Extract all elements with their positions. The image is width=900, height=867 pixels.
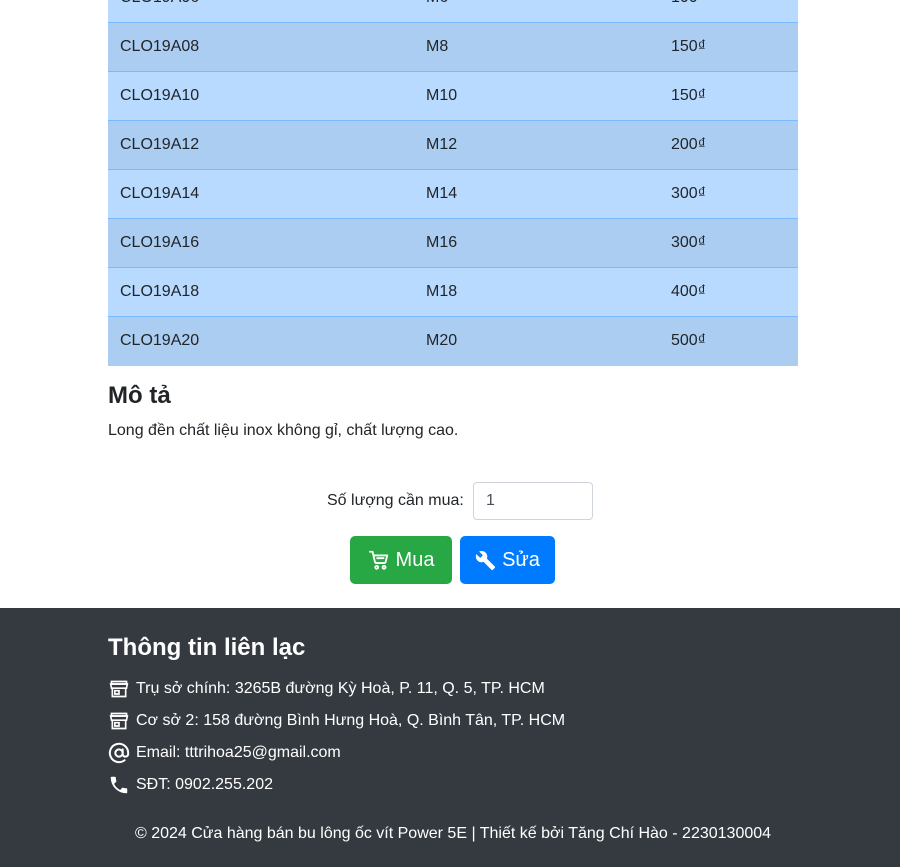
product-size: M18 [414,267,659,317]
description-text: Long đền chất liệu inox không gỉ, chất l… [108,422,459,439]
product-code: CLO19A14 [108,169,414,219]
product-code: CLO19A18 [108,267,414,317]
quantity-row: Số lượng cần mua: [0,482,900,520]
product-size: M16 [414,218,659,268]
product-code: CLO19A06 [108,0,414,23]
contact-text: Email: tttrihoa25@gmail.com [136,744,341,761]
product-price: 500₫ [659,316,798,366]
quantity-label: Số lượng cần mua: [327,492,464,509]
table-row: CLO19A10 M10 150₫ [108,71,798,121]
table-row: CLO19A18 M18 400₫ [108,267,798,317]
product-price: 300₫ [659,218,798,268]
edit-button[interactable]: Sửa [460,536,555,584]
product-size: M12 [414,120,659,170]
table-row: CLO19A08 M8 150₫ [108,22,798,72]
description-title: Mô tả [108,382,171,409]
contact-text: Cơ sở 2: 158 đường Bình Hưng Hoà, Q. Bìn… [136,712,566,729]
product-price: 150₫ [659,71,798,121]
contact-branch: Cơ sở 2: 158 đường Bình Hưng Hoà, Q. Bìn… [108,709,565,733]
buy-button[interactable]: Mua [350,536,452,584]
table-row: CLO19A06 M6 100₫ [108,0,798,23]
footer: Thông tin liên lạc Trụ sở chính: 3265B đ… [0,608,900,867]
table-row: CLO19A12 M12 200₫ [108,120,798,170]
product-price: 400₫ [659,267,798,317]
product-code: CLO19A08 [108,22,414,72]
product-code: CLO19A20 [108,316,414,366]
table-row: CLO19A16 M16 300₫ [108,218,798,268]
product-code: CLO19A12 [108,120,414,170]
product-size: M8 [414,22,659,72]
contact-phone: SĐT: 0902.255.202 [108,773,273,797]
product-size: M14 [414,169,659,219]
contact-headquarters: Trụ sở chính: 3265B đường Kỳ Hoà, P. 11,… [108,677,545,701]
table-row: CLO19A14 M14 300₫ [108,169,798,219]
product-price: 150₫ [659,22,798,72]
price-table: CLO19A06 M6 100₫ CLO19A08 M8 150₫ CLO19A… [108,0,798,366]
product-code: CLO19A10 [108,71,414,121]
product-code: CLO19A16 [108,218,414,268]
store-icon [108,710,130,732]
edit-button-label: Sửa [502,548,540,571]
product-size: M20 [414,316,659,366]
cart-icon [368,549,390,571]
product-price: 100₫ [659,0,798,23]
copyright: © 2024 Cửa hàng bán bu lông ốc vít Power… [134,825,772,842]
at-icon [108,742,130,764]
quantity-input[interactable] [473,482,593,520]
product-size: M6 [414,0,659,23]
wrench-icon [475,550,496,571]
buy-button-label: Mua [395,548,435,571]
contact-text: Trụ sở chính: 3265B đường Kỳ Hoà, P. 11,… [136,680,545,697]
phone-icon [108,774,130,796]
table-row: CLO19A20 M20 500₫ [108,316,798,366]
contact-email: Email: tttrihoa25@gmail.com [108,741,341,765]
product-price: 300₫ [659,169,798,219]
product-price: 200₫ [659,120,798,170]
contact-text: SĐT: 0902.255.202 [136,776,273,793]
store-icon [108,678,130,700]
product-size: M10 [414,71,659,121]
footer-title: Thông tin liên lạc [108,634,306,661]
